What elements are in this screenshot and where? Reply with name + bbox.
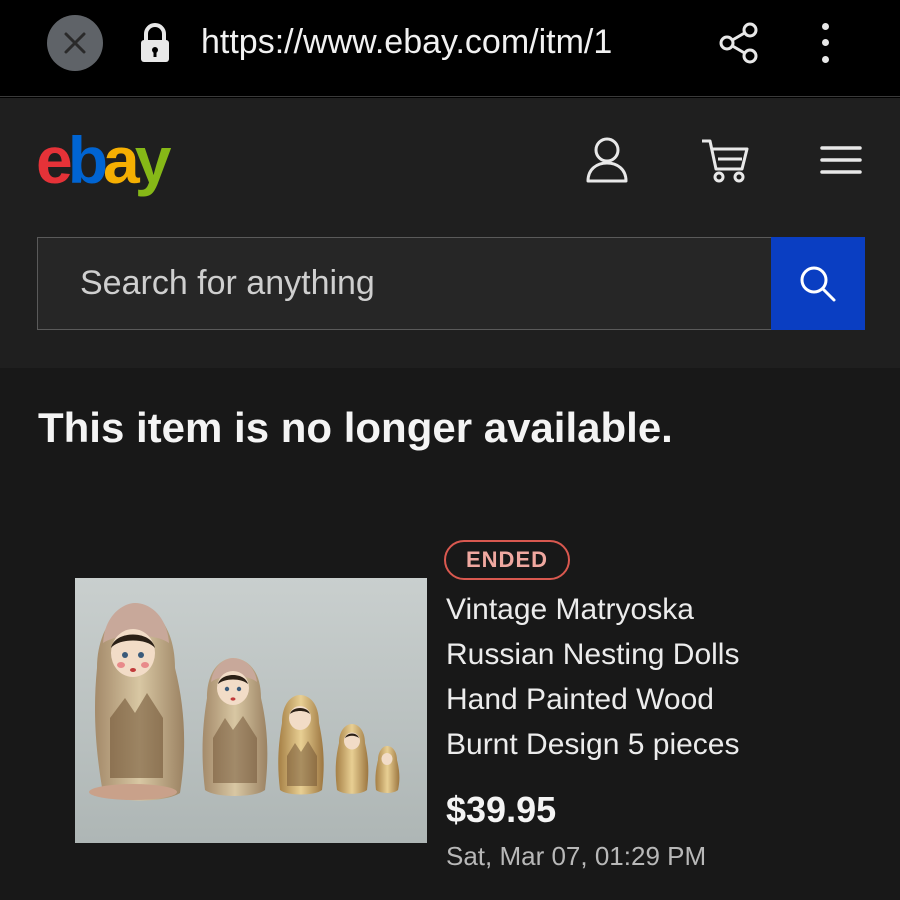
more-vert-icon[interactable] [805,18,845,68]
cart-icon[interactable] [698,133,752,187]
lock-icon [141,23,169,62]
page-title: This item is no longer available. [38,404,673,451]
share-icon[interactable] [716,20,762,66]
close-icon [64,32,86,54]
status-badge: ENDED [444,540,571,580]
close-tab-button[interactable] [47,15,103,71]
item-price: $39.95 [446,789,557,830]
item-image[interactable] [75,578,427,843]
browser-toolbar: https://www.ebay.com/itm/1 [0,0,900,97]
nesting-dolls-photo [75,578,427,843]
url-bar[interactable]: https://www.ebay.com/itm/1 [201,18,679,66]
item-title-line: Hand Painted Wood [446,683,714,716]
ebay-logo[interactable]: ebay [36,120,171,200]
hamburger-icon[interactable] [814,133,868,187]
search-button[interactable] [771,237,865,330]
item-title[interactable]: Vintage Matryoska Russian Nesting Dolls … [446,587,876,767]
item-end-date: Sat, Mar 07, 01:29 PM [446,841,707,871]
search-icon [800,266,836,301]
item-title-line: Russian Nesting Dolls [446,638,740,671]
search-bar [37,237,865,330]
user-icon[interactable] [580,133,634,187]
item-title-line: Burnt Design 5 pieces [446,728,740,761]
search-input[interactable] [37,237,772,330]
item-title-line: Vintage Matryoska [446,593,694,626]
